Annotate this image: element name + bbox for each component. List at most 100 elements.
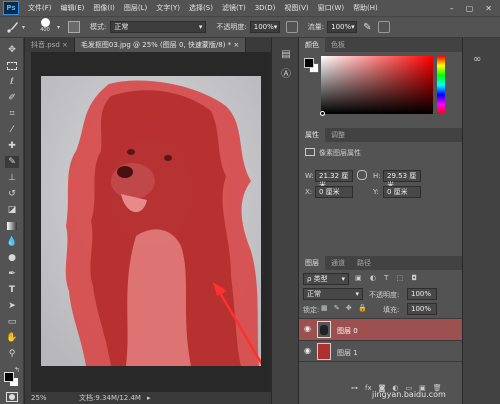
minimize-button[interactable]: – (450, 4, 454, 13)
menu-view[interactable]: 视图(V) (284, 3, 308, 13)
maximize-button[interactable]: ▢ (466, 4, 474, 13)
layer-row-1[interactable]: ◉ 图层 1 (299, 340, 462, 362)
layer-name[interactable]: 图层 1 (337, 348, 358, 358)
path-select-tool-icon[interactable]: ➤ (5, 300, 19, 312)
layer-row-0[interactable]: ◉ 图层 0 (299, 318, 462, 340)
lock-label: 锁定: (303, 306, 320, 314)
foreground-color-swatch[interactable] (304, 58, 314, 68)
right-panels: 颜色 色板 属性 调整 像素图层属性 W: 21.32 厘米 H: 29.53 … (299, 38, 462, 404)
type-tool-icon[interactable]: T (5, 284, 19, 296)
flow-value: 100% (331, 23, 352, 31)
color-panel-tabs: 颜色 色板 (299, 38, 462, 52)
menu-select[interactable]: 选择(S) (189, 3, 213, 13)
flow-label: 流量: (307, 23, 325, 31)
dodge-tool-icon[interactable]: ● (5, 252, 19, 264)
layer-filter-icons[interactable]: ▣ ◐ T ⬚ ◘ (355, 274, 420, 282)
crop-tool-icon[interactable]: ⌗ (5, 108, 19, 120)
clone-stamp-tool-icon[interactable]: ⊥ (5, 172, 19, 184)
layer-filter-select[interactable]: ρ 类型 ▾ (303, 273, 349, 285)
library-panel-icon[interactable]: ∞ (473, 54, 481, 65)
eye-icon[interactable]: ◉ (304, 346, 311, 355)
x-field[interactable]: 0 厘米 (315, 186, 353, 198)
menu-3d[interactable]: 3D(D) (255, 4, 276, 12)
link-icon[interactable] (357, 170, 367, 180)
tab-adjustments[interactable]: 调整 (325, 128, 351, 142)
menu-filter[interactable]: 滤镜(T) (222, 3, 246, 13)
canvas-area[interactable] (25, 52, 271, 392)
menu-file[interactable]: 文件(F) (28, 3, 52, 13)
pressure-size-icon[interactable] (377, 21, 390, 33)
tab-layers[interactable]: 图层 (299, 256, 325, 270)
y-field[interactable]: 0 厘米 (383, 186, 421, 198)
close-button[interactable]: ✕ (485, 4, 492, 13)
left-ruler (25, 52, 31, 392)
move-tool-icon[interactable]: ✥ (5, 44, 19, 56)
gradient-tool-icon[interactable] (5, 220, 19, 232)
menu-image[interactable]: 图像(I) (93, 3, 115, 13)
marquee-tool-icon[interactable] (5, 60, 19, 72)
tab-properties[interactable]: 属性 (299, 128, 325, 142)
zoom-level[interactable]: 25% (31, 394, 61, 402)
menu-layer[interactable]: 图层(L) (124, 3, 147, 13)
chevron-right-icon[interactable]: ▸ (147, 394, 151, 402)
properties-panel-tabs: 属性 调整 (299, 128, 462, 142)
hue-slider[interactable] (437, 56, 445, 114)
fill-input[interactable]: 100% (407, 303, 437, 315)
airbrush-icon[interactable]: ✎ (363, 22, 371, 33)
layer-name[interactable]: 图层 0 (337, 326, 358, 336)
tab-paths[interactable]: 路径 (351, 256, 377, 270)
fill-label: 填充: (383, 306, 400, 314)
color-panel (299, 52, 462, 120)
character-panel-icon[interactable]: Ⓐ (279, 68, 293, 82)
blend-mode-value: 正常 (307, 290, 321, 298)
eraser-tool-icon[interactable]: ◪ (5, 204, 19, 216)
shape-tool-icon[interactable]: ▭ (5, 316, 19, 328)
opacity-label: 不透明度: (216, 23, 247, 31)
eyedropper-tool-icon[interactable]: ⁄ (5, 124, 19, 136)
history-brush-tool-icon[interactable]: ↺ (5, 188, 19, 200)
layer-opacity-input[interactable]: 100% (407, 288, 437, 300)
flow-input[interactable]: 100% ▾ (327, 21, 358, 33)
tab-douyin[interactable]: 抖音.psd × (25, 38, 75, 52)
document-canvas[interactable] (41, 76, 261, 366)
opacity-input[interactable]: 100% ▾ (249, 21, 280, 33)
mode-select[interactable]: 正常 ▾ (110, 21, 207, 33)
chevron-down-icon[interactable]: ▾ (57, 24, 60, 31)
mode-select-value: 正常 (114, 23, 129, 31)
quick-mask-icon[interactable] (6, 392, 18, 402)
color-field[interactable] (321, 56, 433, 114)
fx-icon[interactable]: fx (365, 384, 372, 392)
blend-mode-select[interactable]: 正常 ▾ (303, 288, 363, 300)
width-field[interactable]: 21.32 厘米 (315, 170, 353, 189)
height-field[interactable]: 29.53 厘米 (383, 170, 421, 189)
brush-preset-picker[interactable]: 400 (35, 17, 55, 37)
brush-panel-icon[interactable] (68, 21, 81, 33)
zoom-tool-icon[interactable]: ⚲ (5, 348, 19, 360)
menu-help[interactable]: 帮助(H) (353, 3, 378, 13)
tab-swatches[interactable]: 色板 (325, 38, 351, 52)
layers-panel: ρ 类型 ▾ ▣ ◐ T ⬚ ◘ 正常 ▾ 不透明度: 100% 锁定: ▦ ✎… (299, 270, 462, 400)
menu-edit[interactable]: 编辑(E) (61, 3, 85, 13)
lock-icons[interactable]: ▦ ✎ ✥ 🔒 (321, 304, 369, 312)
link-layers-icon[interactable]: ⊶ (351, 384, 358, 392)
hand-tool-icon[interactable]: ✋ (5, 332, 19, 344)
menu-type[interactable]: 文字(Y) (156, 3, 180, 13)
history-panel-icon[interactable]: ▤ (279, 48, 293, 62)
eye-icon[interactable]: ◉ (304, 324, 311, 333)
quick-select-tool-icon[interactable]: ✐ (5, 92, 19, 104)
tab-color[interactable]: 颜色 (299, 38, 325, 52)
brush-tool-icon[interactable] (6, 20, 20, 34)
healing-brush-tool-icon[interactable]: ✚ (5, 140, 19, 152)
pen-tool-icon[interactable]: ✒ (5, 268, 19, 280)
tab-hair-cutout[interactable]: 毛发抠图03.jpg @ 25% (图层 0, 快速蒙版/8) * × (74, 38, 247, 52)
brush-tool-icon[interactable]: ✎ (5, 156, 19, 168)
tab-channels[interactable]: 通道 (325, 256, 351, 270)
menu-window[interactable]: 窗口(W) (318, 3, 344, 13)
blur-tool-icon[interactable]: 💧 (5, 236, 19, 248)
foreground-color-swatch[interactable] (4, 372, 14, 382)
pressure-opacity-icon[interactable] (285, 21, 298, 33)
lasso-tool-icon[interactable]: ℓ (5, 76, 19, 88)
swap-colors-icon[interactable]: ↰ (14, 366, 20, 374)
color-field-cursor (320, 111, 325, 116)
chevron-down-icon[interactable]: ▾ (22, 24, 25, 31)
